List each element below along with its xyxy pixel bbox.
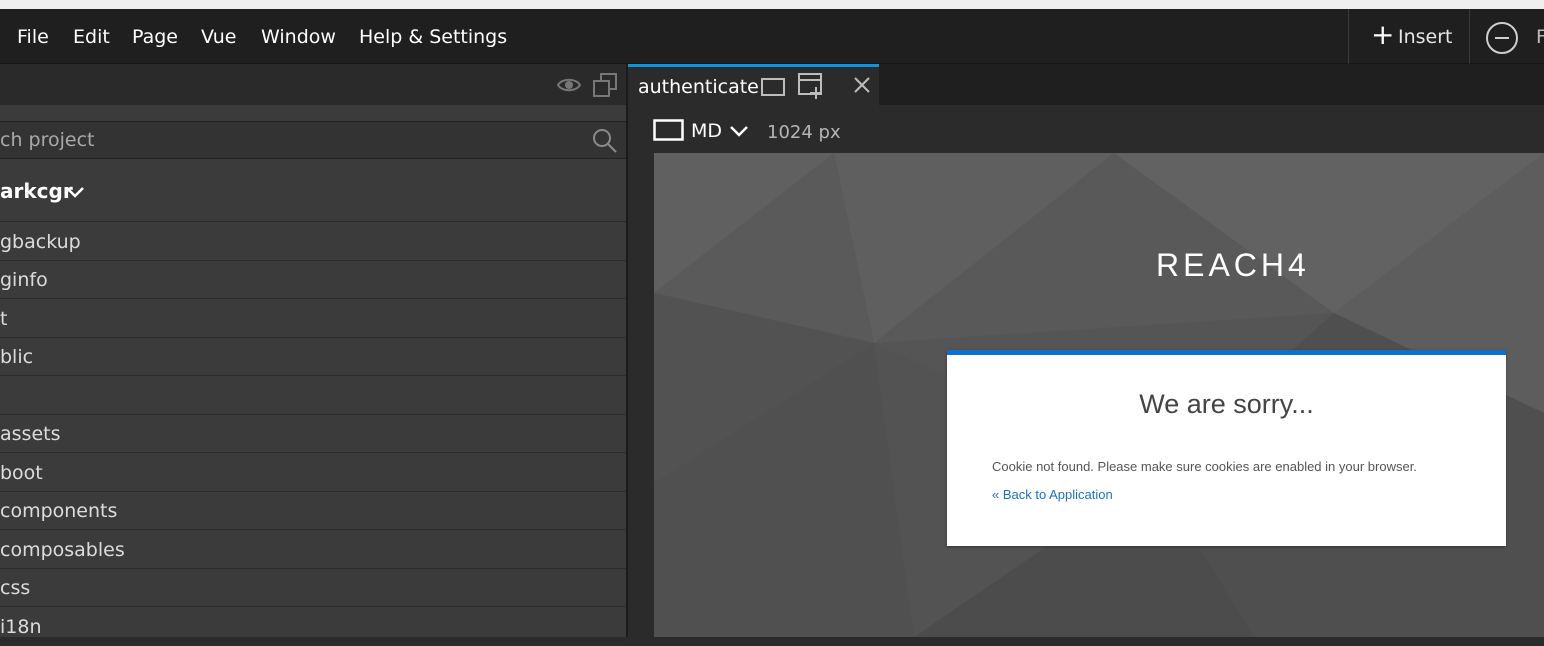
tab-bar: authenticate: [628, 64, 1544, 105]
eye-icon[interactable]: [557, 74, 581, 96]
search-icon[interactable]: [592, 128, 618, 154]
maximize-icon[interactable]: [761, 78, 785, 96]
search-input[interactable]: [0, 122, 580, 158]
tree-item[interactable]: ginfo: [0, 261, 626, 299]
search-bar: [0, 121, 626, 159]
brand-logo: REACH4: [1156, 247, 1310, 283]
menu-help-settings[interactable]: Help & Settings: [359, 25, 507, 49]
tree-item[interactable]: blic: [0, 338, 626, 376]
tab-authenticate[interactable]: authenticate: [628, 64, 879, 105]
project-name: arkcgr: [0, 179, 73, 203]
error-card: We are sorry... Cookie not found. Please…: [947, 350, 1506, 546]
tree-item[interactable]: boot: [0, 454, 626, 492]
menu-edit[interactable]: Edit: [73, 25, 110, 49]
tree-item[interactable]: t: [0, 300, 626, 338]
error-title: We are sorry...: [1139, 389, 1314, 419]
back-to-application-link[interactable]: « Back to Application: [992, 486, 1113, 504]
tree-item[interactable]: i18n: [0, 608, 626, 646]
page-preview: REACH4 We are sorry... Cookie not found.…: [654, 153, 1544, 637]
device-toolbar: MD 1024 px: [628, 105, 1544, 153]
chevron-down-icon[interactable]: [729, 121, 749, 141]
chevron-down-icon: [66, 187, 84, 198]
tree-item[interactable]: css: [0, 569, 626, 607]
panel-header: [0, 64, 626, 105]
tree-item[interactable]: components: [0, 492, 626, 530]
menu-vue[interactable]: Vue: [201, 25, 236, 49]
tab-label: authenticate: [638, 76, 759, 98]
device-screen-icon[interactable]: [653, 119, 684, 141]
tree-item[interactable]: gbackup: [0, 223, 626, 261]
new-window-icon[interactable]: [798, 73, 824, 99]
viewport-width: 1024 px: [767, 122, 841, 143]
zoom-out-icon[interactable]: [1486, 22, 1518, 54]
breakpoint-select[interactable]: MD: [691, 119, 722, 143]
plus-icon: +: [1371, 18, 1395, 51]
project-selector[interactable]: arkcgr: [0, 160, 626, 222]
window-top-strip: [0, 0, 1544, 9]
editor-area: authenticate MD 1024 px REACH4 We are so…: [628, 64, 1544, 637]
truncated-menu-label[interactable]: F: [1536, 25, 1544, 49]
menu-page[interactable]: Page: [132, 25, 178, 49]
menu-window[interactable]: Window: [261, 25, 336, 49]
tree-item[interactable]: composables: [0, 531, 626, 569]
close-icon[interactable]: [852, 75, 872, 95]
insert-label: Insert: [1398, 26, 1453, 48]
insert-button[interactable]: + Insert: [1348, 9, 1470, 64]
menu-file[interactable]: File: [17, 25, 49, 49]
menu-bar: File Edit Page Vue Window Help & Setting…: [0, 9, 1544, 64]
restore-window-icon[interactable]: [592, 72, 618, 98]
error-message: Cookie not found. Please make sure cooki…: [992, 459, 1417, 474]
tree-item[interactable]: [0, 377, 626, 415]
tree-item[interactable]: assets: [0, 415, 626, 453]
project-panel: arkcgr gbackup ginfo t blic assets boot …: [0, 64, 626, 646]
